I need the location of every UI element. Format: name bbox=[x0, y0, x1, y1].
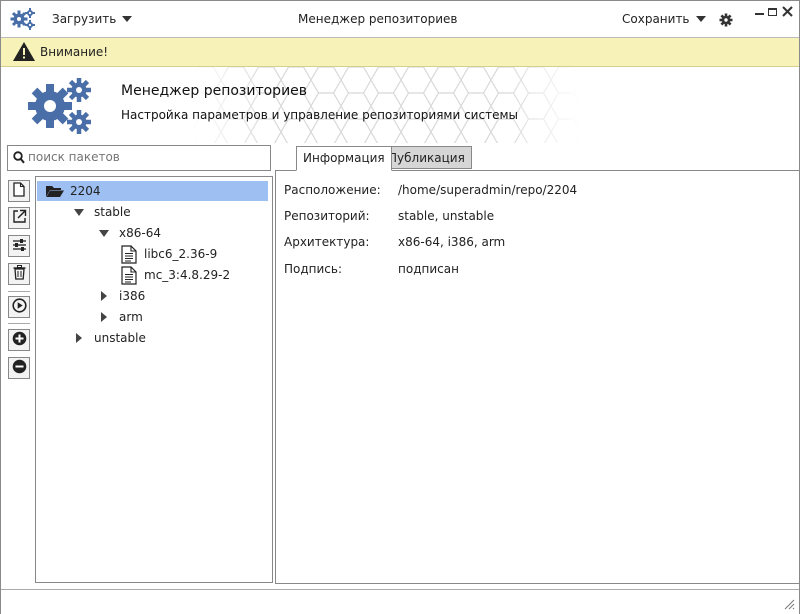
location-label: Расположение: bbox=[284, 183, 381, 197]
expanded-triangle-icon[interactable] bbox=[99, 230, 109, 237]
collapsed-triangle-icon[interactable] bbox=[101, 291, 107, 301]
export-icon bbox=[12, 209, 27, 227]
settings-sliders-icon bbox=[12, 238, 27, 255]
folder-open-icon bbox=[45, 184, 65, 198]
tree-item-label: mc_3:4.8.29-2 bbox=[144, 268, 231, 282]
repository-value: stable, unstable bbox=[398, 209, 495, 223]
search-icon bbox=[13, 151, 25, 164]
window-title: Менеджер репозиториев bbox=[298, 12, 458, 26]
expanded-triangle-icon[interactable] bbox=[74, 209, 84, 216]
collapse-button[interactable] bbox=[8, 357, 30, 379]
app-window: Загрузить Менеджер репозиториев Сохранит… bbox=[0, 0, 800, 614]
search-input[interactable] bbox=[28, 148, 264, 166]
tab-label: Публикация bbox=[388, 151, 465, 165]
document-icon bbox=[121, 245, 137, 264]
load-menu-label: Загрузить bbox=[52, 12, 117, 26]
tree-item-package[interactable]: mc_3:4.8.29-2 bbox=[120, 265, 263, 285]
settings-button[interactable] bbox=[8, 235, 30, 257]
tree-item-label: arm bbox=[119, 310, 143, 324]
tab-label: Информация bbox=[303, 151, 385, 165]
maximize-button[interactable] bbox=[768, 8, 777, 16]
gears-icon bbox=[26, 75, 96, 137]
gears-icon bbox=[10, 7, 36, 31]
tree-item-i386[interactable]: i386 bbox=[98, 286, 263, 306]
expand-button[interactable] bbox=[8, 329, 30, 351]
save-menu[interactable]: Сохранить bbox=[622, 12, 706, 26]
tree-item-label: libc6_2.36-9 bbox=[144, 247, 218, 261]
title-bar: Загрузить Менеджер репозиториев Сохранит… bbox=[1, 1, 799, 38]
info-panel bbox=[275, 170, 800, 584]
minimize-button[interactable] bbox=[755, 13, 764, 15]
tree-item-arm[interactable]: arm bbox=[98, 307, 263, 327]
chevron-down-icon bbox=[122, 16, 133, 22]
tree-item-package[interactable]: libc6_2.36-9 bbox=[120, 244, 263, 264]
new-button[interactable] bbox=[8, 180, 30, 202]
repository-label: Репозиторий: bbox=[284, 209, 370, 223]
header-banner: Менеджер репозиториев Настройка параметр… bbox=[1, 67, 799, 143]
tree-item-2204[interactable]: 2204 bbox=[37, 181, 268, 201]
status-bar bbox=[1, 589, 799, 614]
chevron-down-icon bbox=[695, 16, 706, 22]
search-box[interactable] bbox=[7, 145, 271, 171]
tab-publish[interactable]: Публикация bbox=[381, 146, 472, 169]
play-icon bbox=[11, 298, 27, 316]
publish-button[interactable] bbox=[8, 296, 30, 318]
tree-item-label: 2204 bbox=[70, 184, 101, 198]
close-button[interactable] bbox=[782, 6, 793, 17]
warning-icon bbox=[12, 41, 36, 62]
warning-text: Внимание! bbox=[40, 45, 109, 59]
document-icon bbox=[121, 266, 137, 285]
architecture-label: Архитектура: bbox=[284, 235, 370, 249]
tree-item-label: x86-64 bbox=[119, 226, 161, 240]
signature-label: Подпись: bbox=[284, 262, 343, 276]
resize-grip-icon[interactable] bbox=[783, 598, 795, 610]
save-menu-label: Сохранить bbox=[622, 12, 690, 26]
tree-item-unstable[interactable]: unstable bbox=[73, 328, 263, 348]
delete-button[interactable] bbox=[8, 263, 30, 285]
toolbar-separator bbox=[8, 323, 30, 324]
tree-item-label: i386 bbox=[119, 289, 146, 303]
tree-item-x86-64[interactable]: x86-64 bbox=[98, 223, 263, 243]
gear-icon[interactable] bbox=[719, 13, 733, 27]
header-title: Менеджер репозиториев bbox=[121, 83, 308, 99]
tree-item-label: unstable bbox=[94, 331, 146, 345]
repository-tree[interactable]: 2204 stable x86-64 libc6_2.36-9 mc_3:4.8… bbox=[35, 176, 273, 583]
location-value: /home/superadmin/repo/2204 bbox=[398, 183, 578, 197]
signature-value: подписан bbox=[398, 262, 459, 276]
header-subtitle: Настройка параметров и управление репози… bbox=[121, 108, 518, 122]
collapsed-triangle-icon[interactable] bbox=[101, 312, 107, 322]
hexagon-pattern bbox=[191, 67, 581, 143]
collapsed-triangle-icon[interactable] bbox=[76, 333, 82, 343]
tab-info[interactable]: Информация bbox=[296, 146, 392, 171]
tree-item-stable[interactable]: stable bbox=[73, 202, 263, 222]
tree-item-label: stable bbox=[94, 205, 131, 219]
load-menu[interactable]: Загрузить bbox=[52, 12, 133, 26]
trash-icon bbox=[13, 265, 26, 283]
export-button[interactable] bbox=[8, 207, 30, 229]
add-icon bbox=[12, 331, 27, 349]
remove-icon bbox=[12, 359, 27, 377]
new-file-icon bbox=[13, 182, 25, 200]
architecture-value: x86-64, i386, arm bbox=[398, 235, 506, 249]
warning-bar: Внимание! bbox=[1, 38, 799, 67]
toolbar-separator bbox=[8, 291, 30, 292]
